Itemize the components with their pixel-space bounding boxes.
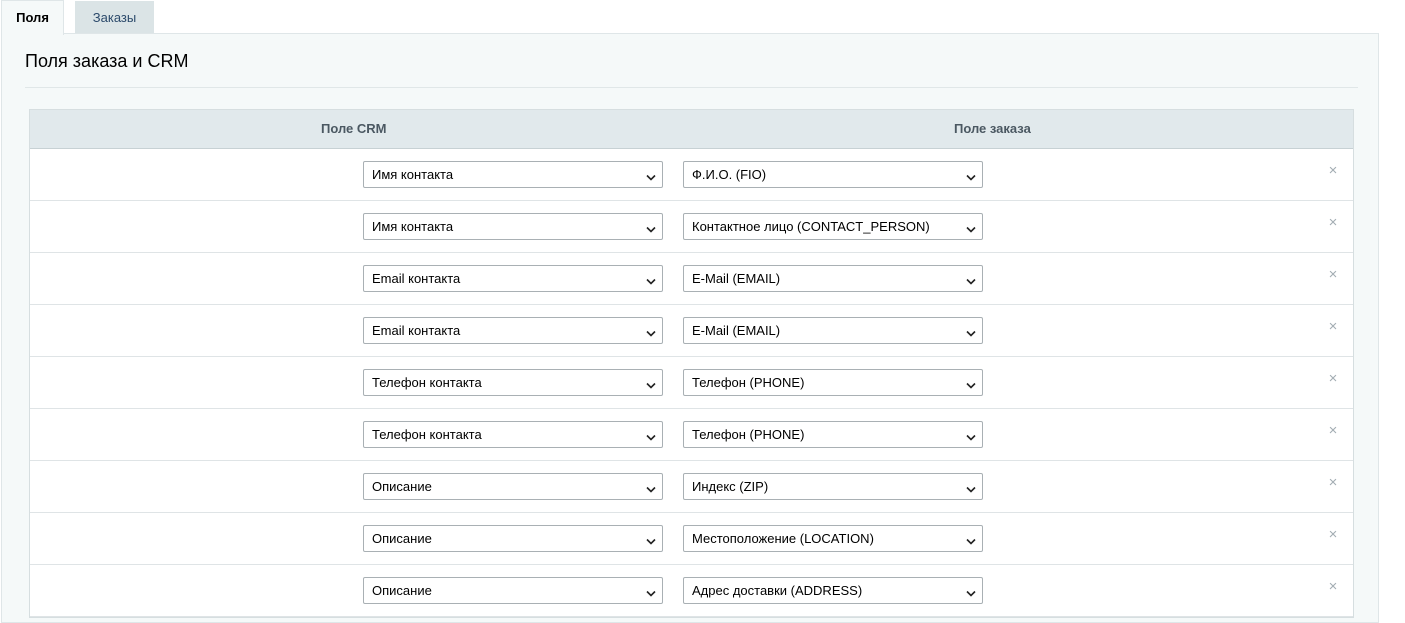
table-row: Имя контакта Контактное лицо (CONTACT_PER… [30,201,1353,253]
chevron-down-icon [966,534,976,545]
chevron-down-icon [966,482,976,493]
order-field-select[interactable]: Контактное лицо (CONTACT_PERSON) [683,213,983,240]
close-icon[interactable]: × [1327,475,1339,490]
close-icon[interactable]: × [1327,163,1339,178]
crm-field-select[interactable]: Email контакта [363,317,663,344]
chevron-down-icon [646,534,656,545]
order-field-select[interactable]: Телефон (PHONE) [683,421,983,448]
chevron-down-icon [646,274,656,285]
tab-fields[interactable]: Поля [1,0,64,35]
column-header-crm-field: Поле CRM [321,121,387,136]
order-field-select[interactable]: Телефон (PHONE) [683,369,983,396]
chevron-down-icon [646,482,656,493]
order-field-select[interactable]: Адрес доставки (ADDRESS) [683,577,983,604]
tab-orders[interactable]: Заказы [75,1,154,34]
order-field-value: E-Mail (EMAIL) [692,271,781,286]
tab-bar: Поля Заказы [0,0,1405,35]
crm-field-select[interactable]: Имя контакта [363,161,663,188]
page-title: Поля заказа и CRM [25,51,189,71]
divider [25,87,1358,88]
crm-field-select[interactable]: Телефон контакта [363,369,663,396]
field-mapping-table: Поле CRM Поле заказа Имя контакта Ф.И.О. … [29,109,1354,618]
close-icon[interactable]: × [1327,319,1339,334]
chevron-down-icon [646,170,656,181]
order-field-value: Контактное лицо (CONTACT_PERSON) [692,219,930,234]
chevron-down-icon [966,274,976,285]
order-field-value: Телефон (PHONE) [692,375,805,390]
chevron-down-icon [646,586,656,597]
close-icon[interactable]: × [1327,371,1339,386]
close-icon[interactable]: × [1327,267,1339,282]
crm-field-select[interactable]: Описание [363,473,663,500]
crm-field-select[interactable]: Телефон контакта [363,421,663,448]
table-row: Email контакта E-Mail (EMAIL) × [30,253,1353,305]
table-row: Описание Местоположение (LOCATION) × [30,513,1353,565]
column-header-order-field: Поле заказа [954,121,1031,136]
order-field-value: Адрес доставки (ADDRESS) [692,583,863,598]
chevron-down-icon [966,326,976,337]
crm-field-select[interactable]: Имя контакта [363,213,663,240]
order-field-select[interactable]: Местоположение (LOCATION) [683,525,983,552]
settings-panel: Поля заказа и CRM Поле CRM Поле заказа И… [1,33,1379,623]
crm-field-value: Описание [372,583,432,598]
crm-field-value: Имя контакта [372,219,454,234]
chevron-down-icon [646,326,656,337]
chevron-down-icon [966,430,976,441]
chevron-down-icon [966,586,976,597]
order-field-select[interactable]: E-Mail (EMAIL) [683,265,983,292]
table-row: Описание Индекс (ZIP) × [30,461,1353,513]
chevron-down-icon [966,222,976,233]
chevron-down-icon [966,170,976,181]
table-row: Телефон контакта Телефон (PHONE) × [30,409,1353,461]
order-field-value: Ф.И.О. (FIO) [692,167,767,182]
crm-field-select[interactable]: Email контакта [363,265,663,292]
close-icon[interactable]: × [1327,579,1339,594]
table-row: Имя контакта Ф.И.О. (FIO) × [30,149,1353,201]
crm-field-value: Имя контакта [372,167,454,182]
crm-field-value: Email контакта [372,271,461,286]
order-field-select[interactable]: Индекс (ZIP) [683,473,983,500]
order-field-select[interactable]: Ф.И.О. (FIO) [683,161,983,188]
table-row: Телефон контакта Телефон (PHONE) × [30,357,1353,409]
close-icon[interactable]: × [1327,527,1339,542]
table-header: Поле CRM Поле заказа [30,110,1353,149]
crm-field-value: Описание [372,531,432,546]
order-field-value: Индекс (ZIP) [692,479,769,494]
chevron-down-icon [966,378,976,389]
crm-field-select[interactable]: Описание [363,577,663,604]
crm-field-value: Email контакта [372,323,461,338]
order-field-value: Телефон (PHONE) [692,427,805,442]
table-body: Имя контакта Ф.И.О. (FIO) × Имя контакта Кон… [30,149,1353,617]
order-field-value: E-Mail (EMAIL) [692,323,781,338]
crm-field-select[interactable]: Описание [363,525,663,552]
chevron-down-icon [646,430,656,441]
chevron-down-icon [646,222,656,233]
table-row: Описание Адрес доставки (ADDRESS) × [30,565,1353,617]
chevron-down-icon [646,378,656,389]
crm-field-value: Телефон контакта [372,375,482,390]
table-row: Email контакта E-Mail (EMAIL) × [30,305,1353,357]
close-icon[interactable]: × [1327,423,1339,438]
order-field-value: Местоположение (LOCATION) [692,531,874,546]
crm-field-value: Телефон контакта [372,427,482,442]
close-icon[interactable]: × [1327,215,1339,230]
order-field-select[interactable]: E-Mail (EMAIL) [683,317,983,344]
crm-field-value: Описание [372,479,432,494]
